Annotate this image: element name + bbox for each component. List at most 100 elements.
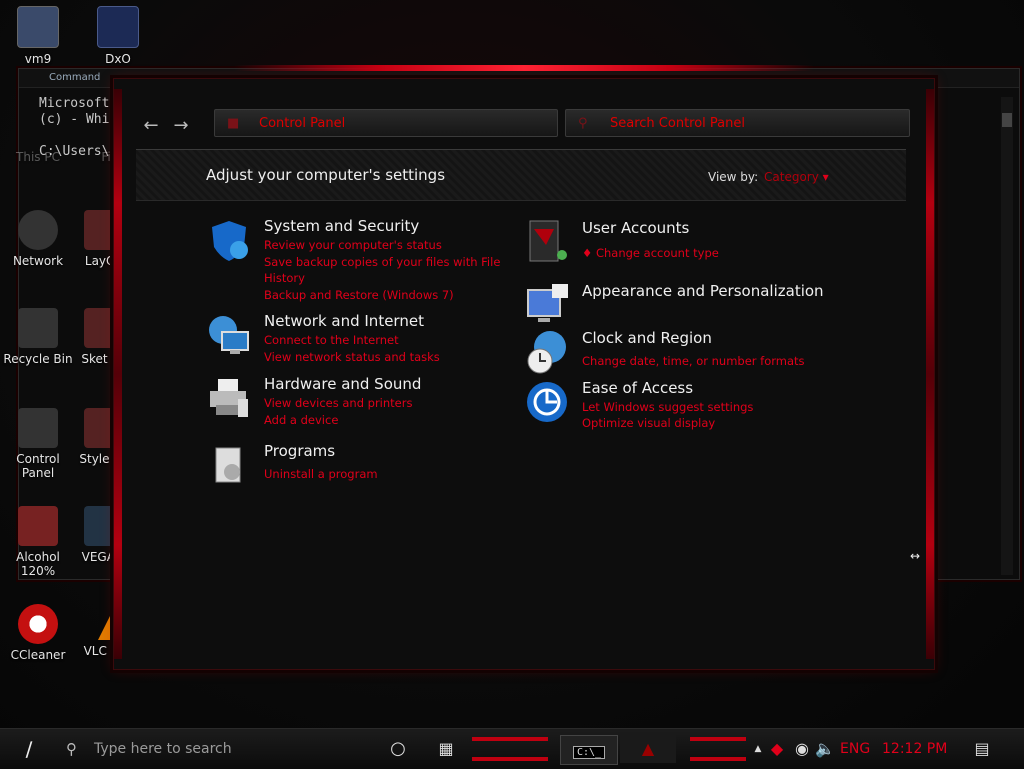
search-input[interactable]: ⚲ Search Control Panel (565, 109, 910, 137)
start-button[interactable]: ∕ (8, 735, 50, 763)
printer-icon (210, 379, 248, 417)
category-link[interactable]: History (264, 270, 305, 286)
rog-logo-icon: ◆ (770, 739, 784, 758)
taskbar: ∕ ⚲ Type here to search ○ ▦ C:\_ ▲ ▲ ◆ ◉… (0, 728, 1024, 769)
taskbar-app-button[interactable]: ▲ (620, 735, 676, 763)
control-panel-window[interactable]: ← → ■ Control Panel ⚲ Search Control Pan… (113, 65, 935, 670)
volume-tray-button[interactable]: 🔈 (814, 735, 836, 763)
window-top-accent (234, 65, 814, 71)
taskbar-search-input[interactable]: ⚲ Type here to search (56, 735, 372, 763)
tray-scroll-arrows[interactable]: ▲ (752, 735, 764, 763)
control-panel-header: Adjust your computer's settings View by:… (136, 149, 906, 201)
category-link[interactable]: View network status and tasks (264, 349, 440, 365)
start-logo-icon: ∕ (25, 737, 33, 761)
desktop-icon-label: This PC (16, 150, 60, 164)
category-link[interactable]: Uninstall a program (264, 466, 378, 482)
taskbar-red-accent (690, 757, 746, 761)
desktop-icon-dxo[interactable]: DxO (80, 6, 156, 66)
category-title[interactable]: Programs (264, 442, 335, 460)
desktop-icon-label: vm9 (24, 52, 52, 66)
view-by-dropdown[interactable]: Category ▾ (764, 170, 829, 184)
back-arrow-icon: ← (143, 115, 159, 136)
page-title: Adjust your computer's settings (206, 166, 446, 184)
network-globe-icon (209, 316, 249, 354)
category-link[interactable]: Review your computer's status (264, 237, 442, 253)
link-text: Change account type (595, 246, 719, 260)
language-indicator[interactable]: ENG (840, 735, 870, 763)
search-icon: ⚲ (578, 116, 588, 131)
chevron-down-icon: ▾ (822, 170, 829, 184)
resize-cursor-icon: ↔ (910, 549, 921, 563)
category-title[interactable]: Network and Internet (264, 312, 424, 330)
desktop-icon-label: Network (12, 254, 64, 268)
desktop-icon-label: Control Panel (16, 452, 60, 480)
monitor-palette-icon (527, 284, 568, 322)
window-left-edge (114, 89, 122, 659)
desktop-icon-label: Alcohol 120% (16, 550, 60, 578)
rog-tray-icon[interactable]: ◆ (766, 735, 788, 763)
address-text: Control Panel (259, 116, 346, 131)
control-panel-small-icon: ■ (227, 116, 240, 131)
back-button[interactable]: ← (138, 113, 164, 139)
shield-icon (212, 221, 248, 261)
taskbar-red-accent (472, 737, 548, 741)
category-link[interactable]: Optimize visual display (582, 415, 715, 431)
ccleaner-icon (18, 604, 58, 644)
view-by-label: View by: (708, 170, 759, 184)
category-link[interactable]: View devices and printers (264, 395, 412, 411)
shield-small-icon: ♦ (582, 246, 596, 260)
task-view-button[interactable]: ▦ (432, 735, 460, 763)
ease-of-access-icon (527, 382, 567, 422)
cmd-title: Command (49, 72, 101, 83)
desktop-icon-label: Recycle Bin (3, 352, 73, 366)
search-icon: ⚲ (66, 740, 77, 758)
taskbar-red-accent (690, 737, 746, 741)
category-link[interactable]: ♦ Change account type (582, 245, 719, 261)
desktop-icon-ccleaner[interactable]: CCleaner (0, 604, 76, 662)
programs-box-icon (215, 447, 241, 483)
taskbar-red-accent (472, 757, 548, 761)
cmd-scrollbar[interactable] (1001, 97, 1013, 575)
category-title[interactable]: System and Security (264, 217, 419, 235)
scroll-thumb[interactable] (1002, 113, 1012, 127)
view-by-value: Category (764, 170, 819, 184)
category-title[interactable]: Ease of Access (582, 379, 693, 397)
network-tray-button[interactable]: ◉ (792, 735, 812, 763)
recycle-bin-icon (18, 308, 58, 348)
category-title[interactable]: Hardware and Sound (264, 375, 421, 393)
desktop-icon-vm9[interactable]: vm9 (0, 6, 76, 66)
alcohol-app-icon (18, 506, 58, 546)
chevron-up-icon: ▲ (754, 744, 762, 754)
action-center-button[interactable]: ▤ (970, 735, 994, 763)
category-link[interactable]: Connect to the Internet (264, 332, 399, 348)
vm9-app-icon (17, 6, 59, 48)
category-title[interactable]: Appearance and Personalization (582, 282, 824, 300)
notification-icon: ▤ (974, 739, 990, 758)
category-title[interactable]: Clock and Region (582, 329, 712, 347)
volume-muted-icon: 🔈 (815, 739, 835, 758)
rog-logo-icon: ▲ (641, 739, 655, 758)
globe-icon: ◉ (795, 739, 809, 758)
desktop-icon-network[interactable]: Network (0, 210, 76, 268)
taskbar-cmd-button[interactable]: C:\_ (560, 735, 618, 765)
clock[interactable]: 12:12 PM (882, 735, 947, 763)
cortana-circle-icon: ○ (390, 738, 406, 759)
task-view-icon: ▦ (438, 739, 454, 758)
category-link[interactable]: Save backup copies of your files with Fi… (264, 254, 500, 270)
search-placeholder: Search Control Panel (610, 116, 745, 131)
category-link[interactable]: Add a device (264, 412, 338, 428)
cortana-button[interactable]: ○ (384, 735, 412, 763)
forward-button[interactable]: → (168, 113, 194, 139)
desktop-icon-control-panel[interactable]: Control Panel (0, 408, 76, 480)
forward-arrow-icon: → (173, 115, 189, 136)
network-icon (18, 210, 58, 250)
desktop-icon-this-pc[interactable]: This PC (0, 150, 76, 164)
category-link[interactable]: Let Windows suggest settings (582, 399, 753, 415)
category-link[interactable]: Change date, time, or number formats (582, 353, 805, 369)
desktop-icon-recycle-bin[interactable]: Recycle Bin (0, 308, 76, 366)
category-title[interactable]: User Accounts (582, 219, 689, 237)
category-link[interactable]: Backup and Restore (Windows 7) (264, 287, 454, 303)
desktop-icon-alcohol[interactable]: Alcohol 120% (0, 506, 76, 578)
address-bar[interactable]: ■ Control Panel (214, 109, 558, 137)
user-accounts-icon (529, 220, 567, 262)
